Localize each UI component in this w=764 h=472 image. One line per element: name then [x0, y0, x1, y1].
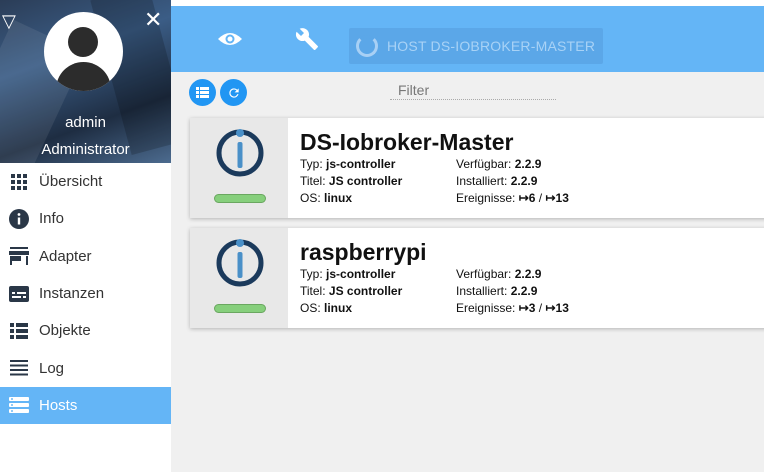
refresh-icon: [228, 87, 239, 98]
user-name: admin: [65, 114, 106, 131]
list-view-button[interactable]: [189, 79, 216, 106]
host-selector-label: HOST DS-IOBROKER-MASTER: [387, 38, 596, 54]
iobroker-logo: [190, 118, 288, 218]
store-icon: [9, 246, 29, 266]
user-profile: ▽ ✕ admin Administrator: [0, 0, 171, 163]
host-title: Titel: JS controller: [300, 174, 403, 188]
info-icon: [9, 208, 29, 229]
host-events: Ereignisse: ↦3 / ↦13: [456, 301, 569, 315]
iobroker-logo-icon: [216, 129, 264, 177]
sidebar-nav: Übersicht Info Adapter Instanzen Objekte: [0, 163, 171, 425]
sidebar-item-label: Übersicht: [39, 173, 103, 191]
list-view-icon: [196, 87, 209, 98]
host-type: Typ: js-controller: [300, 157, 396, 171]
host-events: Ereignisse: ↦6 / ↦13: [456, 191, 569, 205]
collapse-triangle-icon[interactable]: ▽: [2, 12, 16, 30]
sidebar-item-label: Instanzen: [39, 285, 105, 303]
sidebar-item-label: Info: [39, 210, 65, 228]
host-name: DS-Iobroker-Master: [300, 129, 514, 155]
avatar: [44, 12, 123, 91]
sidebar-item-instanzen[interactable]: Instanzen: [0, 275, 171, 312]
instances-icon: [9, 284, 29, 304]
close-icon[interactable]: ✕: [144, 9, 162, 31]
host-os: OS: linux: [300, 301, 353, 315]
host-installed: Installiert: 2.2.9: [456, 174, 538, 188]
host-installed: Installiert: 2.2.9: [456, 284, 538, 298]
sidebar-item-label: Adapter: [39, 247, 92, 265]
host-available: Verfügbar: 2.2.9: [456, 157, 542, 171]
host-name: raspberrypi: [300, 239, 427, 265]
sidebar-item-label: Objekte: [39, 322, 91, 340]
lines-icon: [9, 358, 29, 378]
sidebar-item-info[interactable]: Info: [0, 200, 171, 237]
eye-icon[interactable]: [215, 24, 245, 54]
status-bar: [214, 304, 266, 313]
filter-input[interactable]: [390, 80, 556, 100]
sidebar-item-log[interactable]: Log: [0, 349, 171, 386]
sidebar-item-label: Log: [39, 359, 65, 377]
wrench-icon[interactable]: [292, 24, 322, 54]
hosts-icon: [9, 395, 29, 415]
sidebar-item-hosts[interactable]: Hosts: [0, 386, 171, 425]
host-available: Verfügbar: 2.2.9: [456, 267, 542, 281]
host-type: Typ: js-controller: [300, 267, 396, 281]
loading-spinner-icon: [356, 35, 378, 57]
host-os: OS: linux: [300, 191, 353, 205]
iobroker-logo-icon: [216, 239, 264, 287]
host-card[interactable]: DS-Iobroker-Master Typ: js-controller Ti…: [190, 118, 764, 218]
sidebar: ▽ ✕ admin Administrator Übersicht Info A…: [0, 0, 171, 472]
refresh-button[interactable]: [220, 79, 247, 106]
grid-icon: [9, 172, 29, 192]
sidebar-item-objekte[interactable]: Objekte: [0, 312, 171, 349]
host-title: Titel: JS controller: [300, 284, 403, 298]
list-icon: [9, 321, 29, 341]
host-selector[interactable]: HOST DS-IOBROKER-MASTER: [349, 28, 603, 64]
host-card[interactable]: raspberrypi Typ: js-controller Titel: JS…: [190, 228, 764, 328]
sidebar-item-adapter[interactable]: Adapter: [0, 238, 171, 275]
sidebar-item-label: Hosts: [39, 396, 78, 414]
status-bar: [214, 194, 266, 203]
iobroker-logo: [190, 228, 288, 328]
sidebar-item-uebersicht[interactable]: Übersicht: [0, 163, 171, 200]
user-role: Administrator: [41, 141, 130, 158]
